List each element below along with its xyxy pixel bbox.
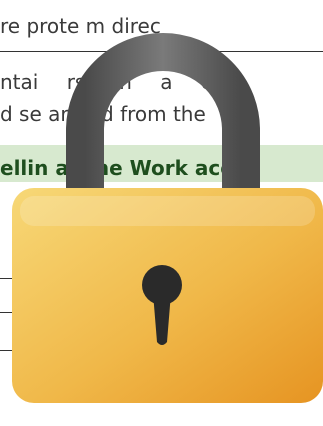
padlock-icon: [12, 33, 323, 403]
padlock-shackle: [66, 33, 260, 200]
padlock-body-highlight: [20, 196, 315, 226]
screenshot-page: re prote m direc ntai rs in a ck d se ar…: [0, 0, 323, 426]
